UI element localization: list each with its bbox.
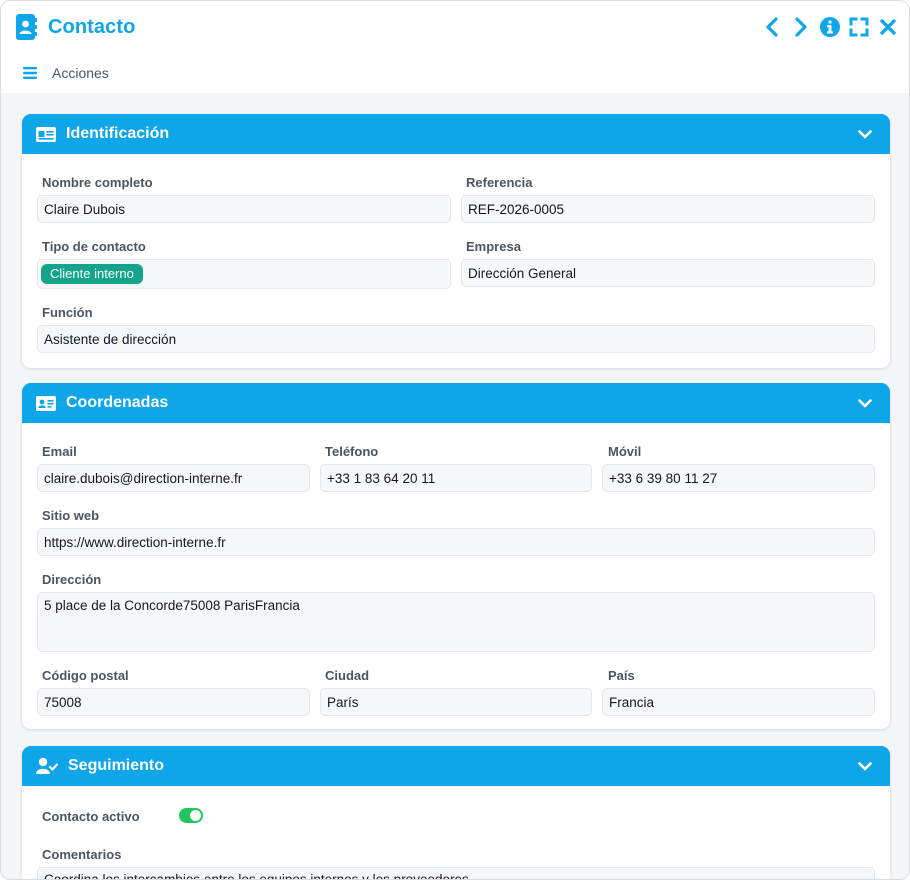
email-label: Email <box>42 444 77 459</box>
hamburger-icon[interactable] <box>23 67 37 79</box>
direccion-line-2: 75008 Paris <box>182 598 255 613</box>
actions-menubar: Acciones <box>1 53 909 93</box>
panel-identificacion-header[interactable]: Identificación <box>22 114 890 154</box>
pais-field[interactable]: Francia <box>602 688 875 716</box>
actions-menu-label[interactable]: Acciones <box>52 65 109 81</box>
panel-coordenadas-header[interactable]: Coordenadas <box>22 383 890 423</box>
panel-identificacion: Identificación Nombre completo Claire Du… <box>22 114 890 368</box>
user-check-icon <box>36 757 58 775</box>
contacto-activo-label: Contacto activo <box>42 809 140 824</box>
chevron-down-icon[interactable] <box>858 758 872 774</box>
toggle-knob <box>190 810 201 821</box>
panel-seguimiento-title: Seguimiento <box>68 757 165 774</box>
chevron-down-icon[interactable] <box>858 126 872 142</box>
window-title: Contacto <box>48 15 136 38</box>
id-card-icon <box>36 126 56 142</box>
form-content: Identificación Nombre completo Claire Du… <box>1 93 909 879</box>
email-field[interactable]: claire.dubois@direction-interne.fr <box>37 464 310 492</box>
sitio-web-label: Sitio web <box>42 508 100 523</box>
ciudad-field[interactable]: París <box>320 688 592 716</box>
telefono-label: Teléfono <box>325 444 379 459</box>
comentarios-label: Comentarios <box>42 847 122 862</box>
chevron-down-icon[interactable] <box>858 395 872 411</box>
nombre-label: Nombre completo <box>42 175 153 190</box>
contact-window: Contacto Acciones Identificación Nombre … <box>0 0 910 880</box>
funcion-field[interactable]: Asistente de dirección <box>37 325 875 353</box>
chevron-right-icon[interactable] <box>790 14 812 40</box>
tipo-contacto-chip: Cliente interno <box>41 264 143 284</box>
contact-book-icon <box>16 14 37 40</box>
direccion-line-1: 5 place de la Concorde <box>44 598 183 613</box>
tipo-contacto-label: Tipo de contacto <box>42 239 146 254</box>
chevron-left-icon[interactable] <box>761 14 783 40</box>
sitio-web-field[interactable]: https://www.direction-interne.fr <box>37 528 875 556</box>
codigo-postal-label: Código postal <box>42 668 129 683</box>
codigo-postal-field[interactable]: 75008 <box>37 688 310 716</box>
panel-coordenadas: Coordenadas Email claire.dubois@directio… <box>22 383 890 729</box>
direccion-label: Dirección <box>42 572 102 587</box>
comentarios-field[interactable]: Coordina los intercambios entre los equi… <box>37 867 875 879</box>
empresa-field[interactable]: Dirección General <box>461 259 875 287</box>
contacto-activo-toggle[interactable] <box>179 808 203 823</box>
referencia-label: Referencia <box>466 175 533 190</box>
info-icon[interactable] <box>819 14 841 40</box>
window-actions <box>761 14 899 40</box>
nombre-field[interactable]: Claire Dubois <box>37 195 451 223</box>
panel-identificacion-title: Identificación <box>66 125 170 142</box>
address-card-icon <box>36 395 56 411</box>
fullscreen-icon[interactable] <box>848 14 870 40</box>
direccion-line-3: Francia <box>254 598 300 613</box>
funcion-label: Función <box>42 305 93 320</box>
movil-label: Móvil <box>608 444 642 459</box>
close-icon[interactable] <box>877 14 899 40</box>
panel-seguimiento: Seguimiento Contacto activo Comentarios … <box>22 746 890 879</box>
ciudad-label: Ciudad <box>325 668 370 683</box>
panel-seguimiento-header[interactable]: Seguimiento <box>22 746 890 786</box>
pais-label: País <box>608 668 635 683</box>
empresa-label: Empresa <box>466 239 521 254</box>
referencia-field[interactable]: REF-2026-0005 <box>461 195 875 223</box>
direccion-field[interactable]: 5 place de la Concorde 75008 Paris Franc… <box>37 592 875 652</box>
tipo-contacto-field[interactable]: Cliente interno <box>37 259 451 289</box>
panel-coordenadas-title: Coordenadas <box>66 394 169 411</box>
movil-field[interactable]: +33 6 39 80 11 27 <box>602 464 875 492</box>
title-bar: Contacto <box>1 1 909 53</box>
telefono-field[interactable]: +33 1 83 64 20 11 <box>320 464 592 492</box>
